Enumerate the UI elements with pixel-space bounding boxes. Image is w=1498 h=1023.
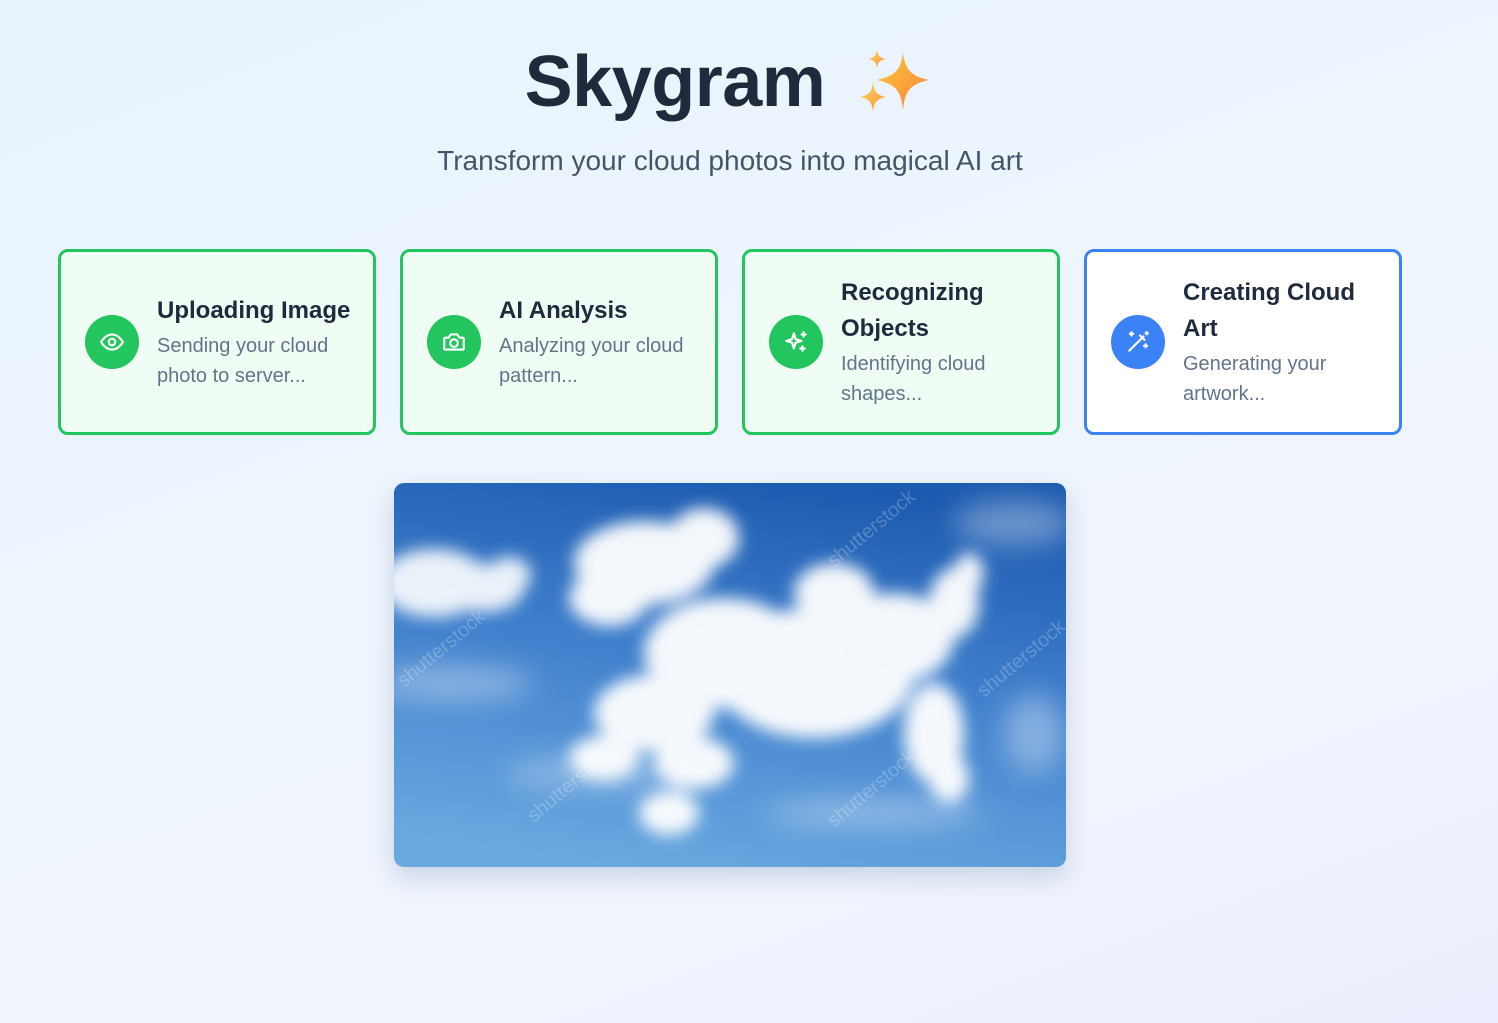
step-creating-cloud-art: Creating Cloud Art Generating your artwo… [1084, 249, 1402, 435]
step-title: Uploading Image [157, 297, 351, 324]
sparkles-icon [860, 50, 930, 112]
app-subtitle: Transform your cloud photos into magical… [437, 145, 1023, 176]
title-row: Skygram [0, 36, 1460, 128]
magic-wand-icon [1111, 315, 1165, 369]
app-title: Skygram [524, 42, 826, 122]
step-description: Identifying cloud shapes... [841, 353, 986, 405]
sparkles-icon [769, 315, 823, 369]
uploaded-cloud-photo: shutterstock shutterstock shutterstock s… [394, 483, 1066, 867]
step-ai-analysis: AI Analysis Analyzing your cloud pattern… [400, 249, 718, 435]
step-uploading-image: Uploading Image Sending your cloud photo… [58, 249, 376, 435]
step-title: Recognizing Objects [841, 279, 984, 342]
progress-steps: Uploading Image Sending your cloud photo… [58, 249, 1402, 435]
step-recognizing-objects: Recognizing Objects Identifying cloud sh… [742, 249, 1060, 435]
step-description: Analyzing your cloud pattern... [499, 335, 684, 387]
step-title: Creating Cloud Art [1183, 279, 1355, 342]
camera-icon [427, 315, 481, 369]
step-title: AI Analysis [499, 297, 628, 324]
eye-icon [85, 315, 139, 369]
step-description: Generating your artwork... [1183, 353, 1327, 405]
step-description: Sending your cloud photo to server... [157, 335, 329, 387]
page-header: Skygram Transform your cloud photos into… [0, 36, 1460, 178]
